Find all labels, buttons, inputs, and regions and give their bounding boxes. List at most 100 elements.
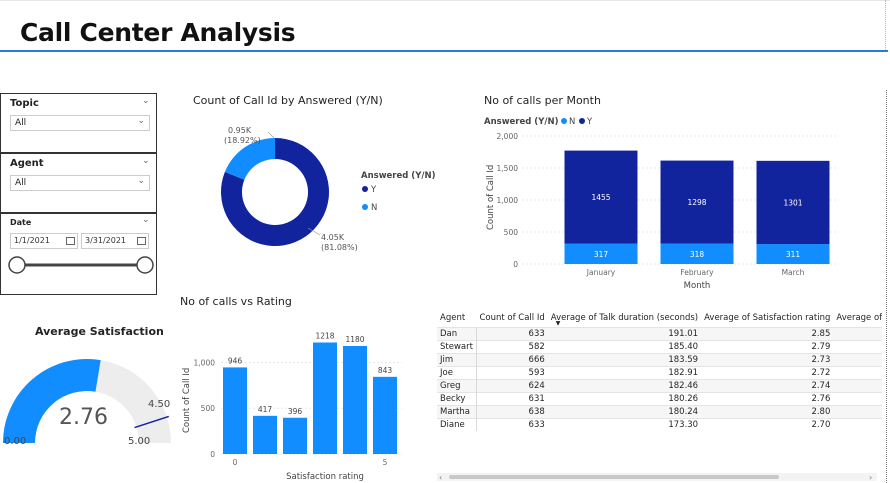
- cell-speed: [833, 392, 882, 405]
- table-row[interactable]: Joe 593 182.91 2.72: [437, 366, 882, 379]
- top-border: [0, 0, 890, 1]
- monthly-chart[interactable]: Answered (Y/N) N Y 2,000 1,500 1,000 500 0 3…: [476, 110, 876, 295]
- scroll-left-icon[interactable]: ‹: [439, 473, 442, 481]
- table-row[interactable]: Stewart 582 185.40 2.79: [437, 340, 882, 353]
- slice-label-y: 4.05K: [321, 233, 345, 242]
- y-axis-title: Count of Call Id: [182, 368, 192, 433]
- bar-rating-0[interactable]: [223, 367, 247, 454]
- slider-start-handle[interactable]: [8, 256, 26, 274]
- rating-chart[interactable]: 1,000 500 0 946 417 396 1218 1180 843 0 5 Count …: [177, 313, 417, 483]
- calendar-icon[interactable]: [137, 237, 146, 245]
- chevron-down-icon: ⌄: [137, 176, 145, 186]
- slider-end-handle[interactable]: [136, 256, 154, 274]
- cell-count: 624: [528, 380, 545, 391]
- cell-satisfaction: 2.79: [811, 341, 831, 352]
- table-header: Agent Count of Call Id Average of Talk d…: [437, 309, 882, 327]
- data-label: 1218: [315, 332, 334, 341]
- calendar-icon[interactable]: [66, 237, 75, 245]
- x-tick-label: January: [586, 268, 616, 277]
- legend-item-n: N: [371, 203, 377, 213]
- collapse-icon[interactable]: ⌄: [142, 156, 150, 166]
- cell-satisfaction: 2.80: [811, 406, 831, 417]
- data-label: 843: [378, 366, 393, 375]
- end-date-input[interactable]: 3/31/2021: [81, 233, 149, 249]
- legend-swatch-n: [561, 118, 567, 124]
- col-header-agent[interactable]: Agent: [437, 309, 476, 327]
- x-tick-label: February: [680, 268, 714, 277]
- agent-slicer[interactable]: Agent ⌄ All ⌄: [0, 153, 157, 213]
- leader-line-n: [267, 131, 275, 139]
- legend-swatch-y: [579, 118, 585, 124]
- slice-label-n: 0.95K: [228, 126, 252, 135]
- cell-satisfaction: 2.73: [811, 354, 831, 365]
- table-row[interactable]: Martha 638 180.24 2.80: [437, 405, 882, 418]
- cell-agent: Diane: [437, 418, 477, 431]
- cell-talk: 180.26: [668, 393, 699, 404]
- agent-value: All: [15, 178, 27, 188]
- cell-agent: Joe: [437, 366, 477, 379]
- table-row[interactable]: Becky 631 180.26 2.76: [437, 392, 882, 405]
- y-tick-label: 500: [504, 228, 519, 237]
- date-range-slider[interactable]: [7, 252, 155, 276]
- cell-speed: [833, 379, 882, 392]
- data-label: 946: [228, 356, 243, 365]
- y-tick-label: 0: [513, 260, 518, 269]
- table-row[interactable]: Jim 666 183.59 2.73: [437, 353, 882, 366]
- cell-speed: [833, 405, 882, 418]
- legend-item-y: Y: [586, 117, 593, 127]
- gauge-fill: [3, 359, 101, 443]
- legend-item-y: Y: [370, 185, 377, 195]
- cell-talk: 191.01: [668, 328, 699, 339]
- bar-rating-4[interactable]: [343, 345, 367, 454]
- gauge-title: Average Satisfaction: [35, 325, 164, 338]
- cell-speed: [833, 366, 882, 379]
- cell-talk: 182.91: [668, 367, 699, 378]
- topic-dropdown[interactable]: All ⌄: [10, 115, 150, 131]
- cell-speed: [833, 353, 882, 366]
- bar-rating-5[interactable]: [373, 376, 397, 454]
- agent-dropdown[interactable]: All ⌄: [10, 175, 150, 191]
- cell-count: 638: [528, 406, 545, 417]
- y-tick-label: 500: [201, 404, 216, 413]
- col-header-talk[interactable]: Average of Talk duration (seconds) ▼: [548, 309, 701, 327]
- topic-slicer[interactable]: Topic ⌄ All ⌄: [0, 93, 157, 153]
- rating-title: No of calls vs Rating: [180, 295, 292, 308]
- cell-agent: Greg: [437, 379, 477, 392]
- legend-item-n: N: [569, 117, 575, 127]
- cell-satisfaction: 2.72: [811, 367, 831, 378]
- col-header-speed[interactable]: Average of Spe: [833, 309, 882, 327]
- scroll-right-icon[interactable]: ›: [869, 473, 872, 481]
- table-row[interactable]: Diane 633 173.30 2.70: [437, 418, 882, 431]
- topic-label: Topic: [10, 98, 39, 109]
- table-row[interactable]: Dan 633 191.01 2.85: [437, 327, 882, 340]
- collapse-icon[interactable]: ⌄: [142, 96, 150, 106]
- y-tick-label: 0: [210, 450, 215, 459]
- cell-speed: [833, 418, 882, 431]
- scrollbar-thumb[interactable]: [449, 475, 779, 479]
- col-header-satisfaction[interactable]: Average of Satisfaction rating: [701, 309, 833, 327]
- donut-chart[interactable]: 0.95K (18.92%) 4.05K (81.08%) Answered (…: [190, 110, 450, 260]
- sort-desc-icon: ▼: [555, 320, 561, 327]
- cell-talk: 180.24: [668, 406, 699, 417]
- x-tick-label: March: [782, 268, 805, 277]
- legend-title: Answered (Y/N): [361, 171, 436, 181]
- horizontal-scrollbar[interactable]: ‹ ›: [437, 473, 877, 481]
- page-title: Call Center Analysis: [20, 18, 296, 47]
- bar-rating-2[interactable]: [283, 417, 307, 454]
- y-tick-label: 2,000: [497, 132, 519, 141]
- monthly-title: No of calls per Month: [484, 94, 601, 107]
- x-axis-title: Month: [684, 281, 711, 291]
- data-label: 417: [258, 405, 273, 414]
- agent-table[interactable]: Agent Count of Call Id Average of Talk d…: [437, 309, 882, 431]
- start-date-input[interactable]: 1/1/2021: [10, 233, 78, 249]
- collapse-icon[interactable]: ⌄: [142, 215, 150, 225]
- table-row[interactable]: Greg 624 182.46 2.74: [437, 379, 882, 392]
- bar-rating-3[interactable]: [313, 342, 337, 454]
- data-label: 396: [288, 407, 303, 416]
- col-header-count[interactable]: Count of Call Id: [476, 309, 547, 327]
- bar-rating-1[interactable]: [253, 415, 277, 454]
- cell-agent: Martha: [437, 405, 477, 418]
- cell-satisfaction: 2.85: [811, 328, 831, 339]
- date-slicer[interactable]: Date ⌄ 1/1/2021 3/31/2021: [0, 213, 157, 295]
- x-axis-title: Satisfaction rating: [286, 472, 364, 482]
